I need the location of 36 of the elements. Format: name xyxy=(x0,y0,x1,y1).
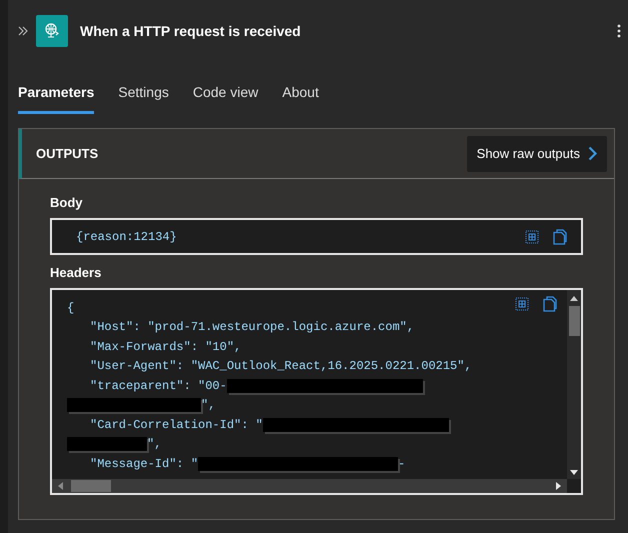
vertical-scrollbar[interactable] xyxy=(567,290,581,479)
expand-icon[interactable] xyxy=(18,26,28,36)
tab[interactable]: Settings xyxy=(118,76,169,114)
table-view-icon[interactable] xyxy=(525,230,539,244)
horizontal-scrollbar[interactable] xyxy=(52,479,567,493)
scroll-left-icon[interactable] xyxy=(58,482,63,490)
code-text: "Max-Forwards": "10", xyxy=(90,340,242,354)
table-view-icon[interactable] xyxy=(515,297,529,311)
code-text: "Card-Correlation-Id": " xyxy=(90,418,263,432)
field-label: Headers xyxy=(50,265,102,280)
scroll-right-icon[interactable] xyxy=(556,482,561,490)
show-raw-outputs-button[interactable]: Show raw outputs xyxy=(466,136,607,172)
code-text: ", xyxy=(201,398,216,412)
tab[interactable]: Code view xyxy=(192,76,258,114)
scroll-up-icon[interactable] xyxy=(570,296,578,301)
trigger-tile-icon xyxy=(36,15,68,47)
copy-icon[interactable] xyxy=(543,296,557,312)
tab[interactable]: Parameters xyxy=(18,76,94,114)
code-text: ", xyxy=(147,437,162,452)
more-options-icon[interactable] xyxy=(617,24,621,38)
code-text: "Message-Id": " xyxy=(90,456,198,471)
scrollbar-thumb[interactable] xyxy=(568,306,580,336)
tab[interactable]: About xyxy=(282,76,319,114)
code-text: {reason:12134} xyxy=(76,230,177,244)
section-title: OUTPUTS xyxy=(36,146,98,161)
field-label: Body xyxy=(50,195,84,210)
copy-icon[interactable] xyxy=(553,229,567,245)
code-text: { xyxy=(67,300,74,315)
trigger-title: When a HTTP request is received xyxy=(80,23,302,39)
code-text: - xyxy=(398,456,406,471)
code-text: "traceparent": "00- xyxy=(90,378,227,393)
code-text: "User-Agent": "WAC_Outlook_React,16.2025.0221.00215", xyxy=(90,359,472,374)
chevron-right-icon xyxy=(588,146,597,161)
scroll-down-icon[interactable] xyxy=(570,470,578,475)
scrollbar-thumb[interactable] xyxy=(71,480,111,492)
code-text: "Host": "prod-71.westeurope.logic.azure.com", xyxy=(90,320,414,334)
